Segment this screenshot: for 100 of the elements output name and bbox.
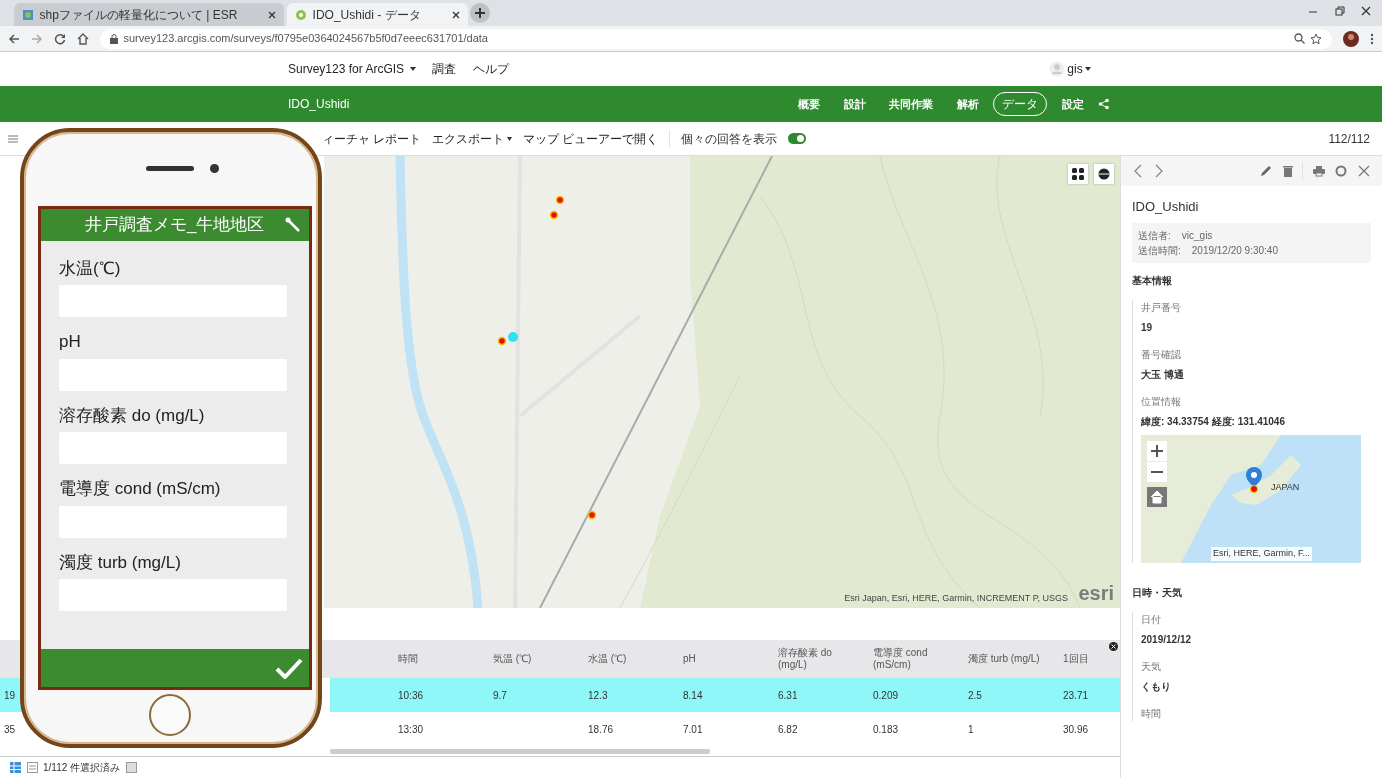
table-cell: 6.82 — [778, 723, 798, 735]
plus-icon[interactable] — [470, 3, 491, 24]
toggle-label: 個々の回答を表示 — [681, 130, 778, 148]
map-attribution: Esri Japan, Esri, HERE, Garmin, INCREMENT P, USGS — [844, 591, 1068, 605]
field-label: 時間 — [1141, 706, 1162, 721]
map-label: JAPAN — [1271, 480, 1300, 494]
map-pin-icon — [1246, 466, 1262, 493]
table-row[interactable]: 13:30 18.76 7.01 6.82 0.183 1 30.96 — [330, 712, 1120, 746]
restore-icon[interactable] — [1334, 5, 1345, 16]
star-icon[interactable] — [1310, 32, 1322, 45]
home-icon[interactable] — [77, 32, 89, 45]
close-icon[interactable] — [1109, 642, 1118, 651]
toolbar-link[interactable]: エクスポート — [432, 129, 513, 148]
avatar-icon[interactable] — [1343, 30, 1359, 47]
field-value: 2019/12/12 — [1141, 632, 1193, 647]
table-cell: 8.14 — [683, 689, 703, 701]
field-value: 緯度: 34.33754 経度: 131.41046 — [1141, 414, 1286, 429]
field-label: pH — [59, 331, 82, 354]
meta-value: vic_gis — [1181, 228, 1213, 243]
table-cell: 13:30 — [398, 723, 424, 735]
table-cell: 18.76 — [588, 723, 614, 735]
close-icon[interactable] — [451, 10, 460, 19]
list-icon[interactable] — [125, 762, 137, 773]
section-heading: 基本情報 — [1132, 273, 1173, 288]
column-header: 1回目 — [1062, 652, 1090, 666]
table-icon[interactable] — [10, 762, 21, 773]
record-title: IDO_Ushidi — [1132, 198, 1200, 216]
caret-icon — [1085, 67, 1092, 71]
app-menu[interactable]: Survey123 for ArcGIS — [288, 60, 416, 78]
table-cell: 0.209 — [873, 689, 899, 701]
table-cell: 12.3 — [588, 689, 608, 701]
table-cell: 30.96 — [1063, 723, 1089, 735]
location-map[interactable] — [1141, 434, 1361, 563]
field-value: 大玉 博通 — [1141, 367, 1185, 382]
meta-label: 送信時間: — [1138, 243, 1181, 258]
address-bar[interactable]: survey123.arcgis.com/surveys/f0795e0364024567b5f0d7eeec631701/data — [100, 28, 1332, 49]
favicon-icon — [22, 8, 34, 21]
camera-icon — [210, 164, 219, 173]
field-value: くもり — [1141, 679, 1172, 694]
field-label: 電導度 cond (mS/cm) — [59, 478, 222, 501]
caret-icon — [507, 136, 513, 141]
layers-icon[interactable] — [1094, 164, 1114, 184]
column-header: pH — [682, 652, 697, 666]
grid-icon[interactable] — [1068, 164, 1088, 184]
check-icon[interactable] — [275, 657, 303, 679]
list-icon[interactable] — [26, 762, 38, 773]
back-arrow-icon[interactable] — [8, 32, 20, 45]
table-cell: 0.183 — [873, 723, 899, 735]
table-cell: 19 — [0, 678, 22, 712]
table-cell-text: 35 — [3, 722, 17, 737]
survey-tab[interactable]: 設定 — [1052, 92, 1093, 116]
map-attribution: Esri, HERE, Garmin, F... — [1211, 547, 1312, 561]
field-label: 日付 — [1141, 612, 1162, 627]
table-cell: 10:36 — [398, 689, 424, 701]
nav-link[interactable]: ヘルプ — [472, 60, 509, 78]
survey-tab[interactable]: 共同作業 — [880, 92, 943, 116]
column-header: 濁度 turb (mg/L) — [967, 652, 1041, 666]
table-cell: 9.7 — [493, 689, 507, 701]
share-icon[interactable] — [1098, 98, 1111, 110]
table-row[interactable]: 10:36 9.7 12.3 8.14 6.31 0.209 2.5 23.71 — [330, 678, 1120, 712]
meta-value: 2019/12/20 9:30:40 — [1191, 243, 1278, 258]
field-label: 番号確認 — [1141, 347, 1182, 362]
selection-count: 1/112 件選択済み — [43, 761, 121, 775]
browser-tab[interactable]: shpファイルの軽量化について | ESR — [14, 3, 285, 26]
survey-title: IDO_Ushidi — [288, 96, 350, 113]
plus-icon[interactable] — [1147, 440, 1167, 461]
nav-link[interactable]: 調査 — [432, 60, 457, 78]
column-header: 溶存酸素 do (mg/L) — [777, 646, 833, 672]
field-label: 溶存酸素 do (mg/L) — [59, 404, 206, 427]
user-menu[interactable]: gis — [1067, 60, 1092, 78]
reload-icon[interactable] — [54, 32, 66, 45]
minus-icon[interactable] — [1147, 461, 1167, 482]
scrollbar[interactable] — [330, 749, 710, 754]
table-cell: 2.5 — [968, 689, 982, 701]
esri-logo: esri — [1078, 581, 1114, 606]
section-heading: 日時・天気 — [1132, 585, 1183, 600]
column-header: 電導度 cond (mS/cm) — [872, 646, 929, 672]
survey-tab[interactable]: 概要 — [789, 92, 830, 116]
column-header: 気温 (℃) — [492, 652, 533, 666]
toggle-switch[interactable] — [788, 133, 807, 144]
survey-tab[interactable]: 解析 — [947, 92, 988, 116]
browser-tab[interactable]: IDO_Ushidi - データ — [287, 3, 468, 26]
survey-tab[interactable]: 設計 — [834, 92, 875, 116]
close-icon[interactable] — [268, 10, 277, 19]
lock-icon — [110, 33, 118, 44]
toolbar-link[interactable]: ィーチャ レポート — [322, 129, 422, 148]
record-count: 112/112 — [1328, 130, 1370, 148]
field-label: 井戸番号 — [1141, 300, 1182, 315]
close-icon[interactable] — [1361, 5, 1371, 16]
toolbar-link[interactable]: マップ ビューアーで開く — [523, 129, 659, 148]
more-icon[interactable] — [1370, 32, 1374, 45]
search-icon[interactable] — [1293, 33, 1305, 44]
column-header: 水温 (℃) — [587, 652, 628, 666]
field-label: 濁度 turb (mg/L) — [59, 551, 182, 574]
field-label: 位置情報 — [1141, 394, 1182, 409]
home-icon[interactable] — [1147, 486, 1167, 507]
wrench-icon[interactable] — [285, 217, 301, 233]
home-button[interactable] — [149, 694, 191, 736]
meta-label: 送信者: — [1138, 228, 1171, 243]
table-cell: 7.01 — [683, 723, 703, 735]
